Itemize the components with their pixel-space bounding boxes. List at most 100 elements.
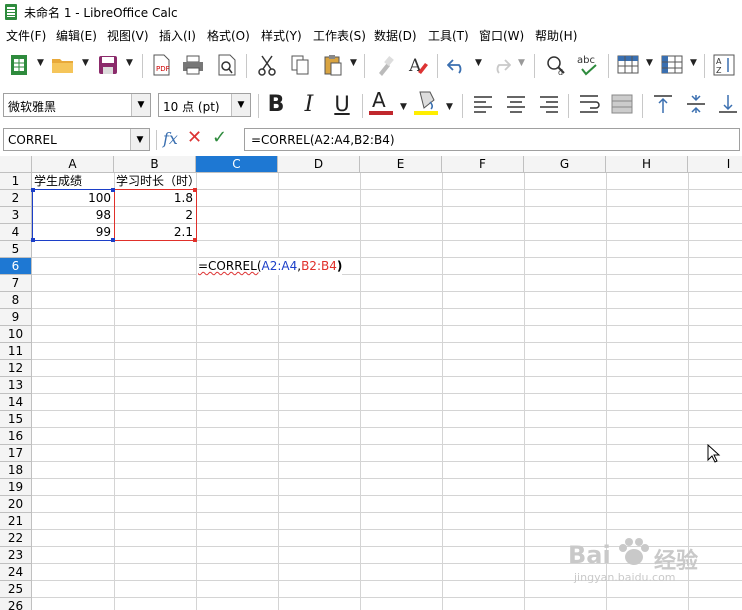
menu-window[interactable]: 窗口(W): [479, 27, 524, 44]
row-header-2[interactable]: 2: [0, 190, 32, 207]
cell-b1[interactable]: 学习时长（时）: [116, 173, 200, 190]
formula-input[interactable]: =CORREL(A2:A4,B2:B4): [244, 128, 740, 151]
chevron-down-icon[interactable]: ▼: [231, 94, 250, 116]
align-left-icon[interactable]: [470, 91, 496, 117]
row-header-26[interactable]: 26: [0, 598, 32, 610]
italic-icon[interactable]: I: [296, 91, 322, 117]
font-size-combo[interactable]: 10 点 (pt) ▼: [158, 93, 251, 117]
row-header-25[interactable]: 25: [0, 581, 32, 598]
row-header-18[interactable]: 18: [0, 462, 32, 479]
cell-a1[interactable]: 学生成绩: [34, 173, 82, 190]
row-header-9[interactable]: 9: [0, 309, 32, 326]
chevron-down-icon[interactable]: ▼: [130, 129, 149, 150]
paste-dropdown-arrow[interactable]: ▼: [350, 58, 357, 68]
row-header-17[interactable]: 17: [0, 445, 32, 462]
sort-icon[interactable]: AZ: [711, 52, 737, 78]
undo-dropdown-arrow[interactable]: ▼: [475, 58, 482, 68]
font-color-icon[interactable]: A: [368, 88, 394, 115]
column-icon[interactable]: [659, 52, 685, 78]
menu-format[interactable]: 格式(O): [207, 27, 250, 44]
row-header-14[interactable]: 14: [0, 394, 32, 411]
spreadsheet-grid[interactable]: A B C D E F G H I 1 2 3 4 5 6 7 8 9 10 11 12 13 14 15 1…: [0, 156, 742, 610]
range-handle[interactable]: [193, 188, 197, 192]
underline-icon[interactable]: U: [329, 91, 355, 117]
menu-data[interactable]: 数据(D): [374, 27, 417, 44]
column-dropdown-arrow[interactable]: ▼: [690, 58, 697, 68]
cut-icon[interactable]: [254, 52, 280, 78]
cancel-icon[interactable]: ✕: [187, 127, 202, 148]
save-icon[interactable]: [95, 52, 121, 78]
print-icon[interactable]: [180, 52, 206, 78]
name-box[interactable]: CORREL ▼: [3, 128, 150, 151]
row-header-24[interactable]: 24: [0, 564, 32, 581]
center-vertically-icon[interactable]: [683, 91, 709, 117]
range-handle[interactable]: [31, 238, 35, 242]
save-dropdown-arrow[interactable]: ▼: [126, 58, 133, 68]
row-header-13[interactable]: 13: [0, 377, 32, 394]
clear-formatting-icon[interactable]: A: [405, 52, 431, 78]
menu-styles[interactable]: 样式(Y): [261, 27, 302, 44]
redo-icon[interactable]: [488, 52, 514, 78]
row-header-11[interactable]: 11: [0, 343, 32, 360]
select-all-corner[interactable]: [0, 156, 32, 173]
row-header-21[interactable]: 21: [0, 513, 32, 530]
menu-insert[interactable]: 插入(I): [159, 27, 196, 44]
row-header-4[interactable]: 4: [0, 224, 32, 241]
highlight-color-icon[interactable]: [412, 89, 438, 115]
align-top-icon[interactable]: [650, 91, 676, 117]
column-header-a[interactable]: A: [32, 156, 114, 173]
font-name-combo[interactable]: 微软雅黑 ▼: [3, 93, 151, 117]
open-folder-icon[interactable]: [50, 52, 76, 78]
copy-icon[interactable]: [287, 52, 313, 78]
menu-view[interactable]: 视图(V): [107, 27, 149, 44]
row-icon[interactable]: [615, 52, 641, 78]
find-replace-icon[interactable]: d: [543, 52, 569, 78]
range-handle[interactable]: [31, 188, 35, 192]
wrap-text-icon[interactable]: [577, 91, 603, 117]
menu-tools[interactable]: 工具(T): [428, 27, 469, 44]
row-header-12[interactable]: 12: [0, 360, 32, 377]
merge-cells-icon[interactable]: [609, 91, 635, 117]
spelling-icon[interactable]: abc: [576, 52, 602, 78]
row-header-22[interactable]: 22: [0, 530, 32, 547]
row-header-20[interactable]: 20: [0, 496, 32, 513]
accept-icon[interactable]: ✓: [212, 127, 227, 148]
undo-icon[interactable]: [444, 52, 470, 78]
row-header-16[interactable]: 16: [0, 428, 32, 445]
align-bottom-icon[interactable]: [715, 91, 741, 117]
cell-c6-editing[interactable]: =CORREL(A2:A4,B2:B4): [197, 258, 343, 275]
column-header-d[interactable]: D: [278, 156, 360, 173]
chevron-down-icon[interactable]: ▼: [131, 94, 150, 116]
menu-sheet[interactable]: 工作表(S): [313, 27, 366, 44]
menu-edit[interactable]: 编辑(E): [56, 27, 97, 44]
column-header-g[interactable]: G: [524, 156, 606, 173]
clone-formatting-icon[interactable]: [372, 52, 398, 78]
new-dropdown-arrow[interactable]: ▼: [37, 58, 44, 68]
range-handle[interactable]: [111, 188, 115, 192]
font-color-dropdown-arrow[interactable]: ▼: [400, 102, 407, 112]
row-header-5[interactable]: 5: [0, 241, 32, 258]
column-header-f[interactable]: F: [442, 156, 524, 173]
row-header-19[interactable]: 19: [0, 479, 32, 496]
column-header-i[interactable]: I: [688, 156, 742, 173]
align-center-icon[interactable]: [503, 91, 529, 117]
print-preview-icon[interactable]: [214, 52, 240, 78]
column-header-b[interactable]: B: [114, 156, 196, 173]
column-header-e[interactable]: E: [360, 156, 442, 173]
export-pdf-icon[interactable]: PDF: [148, 52, 174, 78]
row-dropdown-arrow[interactable]: ▼: [646, 58, 653, 68]
row-header-1[interactable]: 1: [0, 173, 32, 190]
redo-dropdown-arrow[interactable]: ▼: [518, 58, 525, 68]
range-handle[interactable]: [193, 238, 197, 242]
row-header-7[interactable]: 7: [0, 275, 32, 292]
row-header-10[interactable]: 10: [0, 326, 32, 343]
menu-help[interactable]: 帮助(H): [535, 27, 577, 44]
row-header-8[interactable]: 8: [0, 292, 32, 309]
menu-file[interactable]: 文件(F): [6, 27, 46, 44]
row-header-15[interactable]: 15: [0, 411, 32, 428]
function-wizard-icon[interactable]: fx: [163, 129, 178, 148]
row-header-3[interactable]: 3: [0, 207, 32, 224]
range-handle[interactable]: [111, 238, 115, 242]
open-dropdown-arrow[interactable]: ▼: [82, 58, 89, 68]
paste-icon[interactable]: [320, 52, 346, 78]
